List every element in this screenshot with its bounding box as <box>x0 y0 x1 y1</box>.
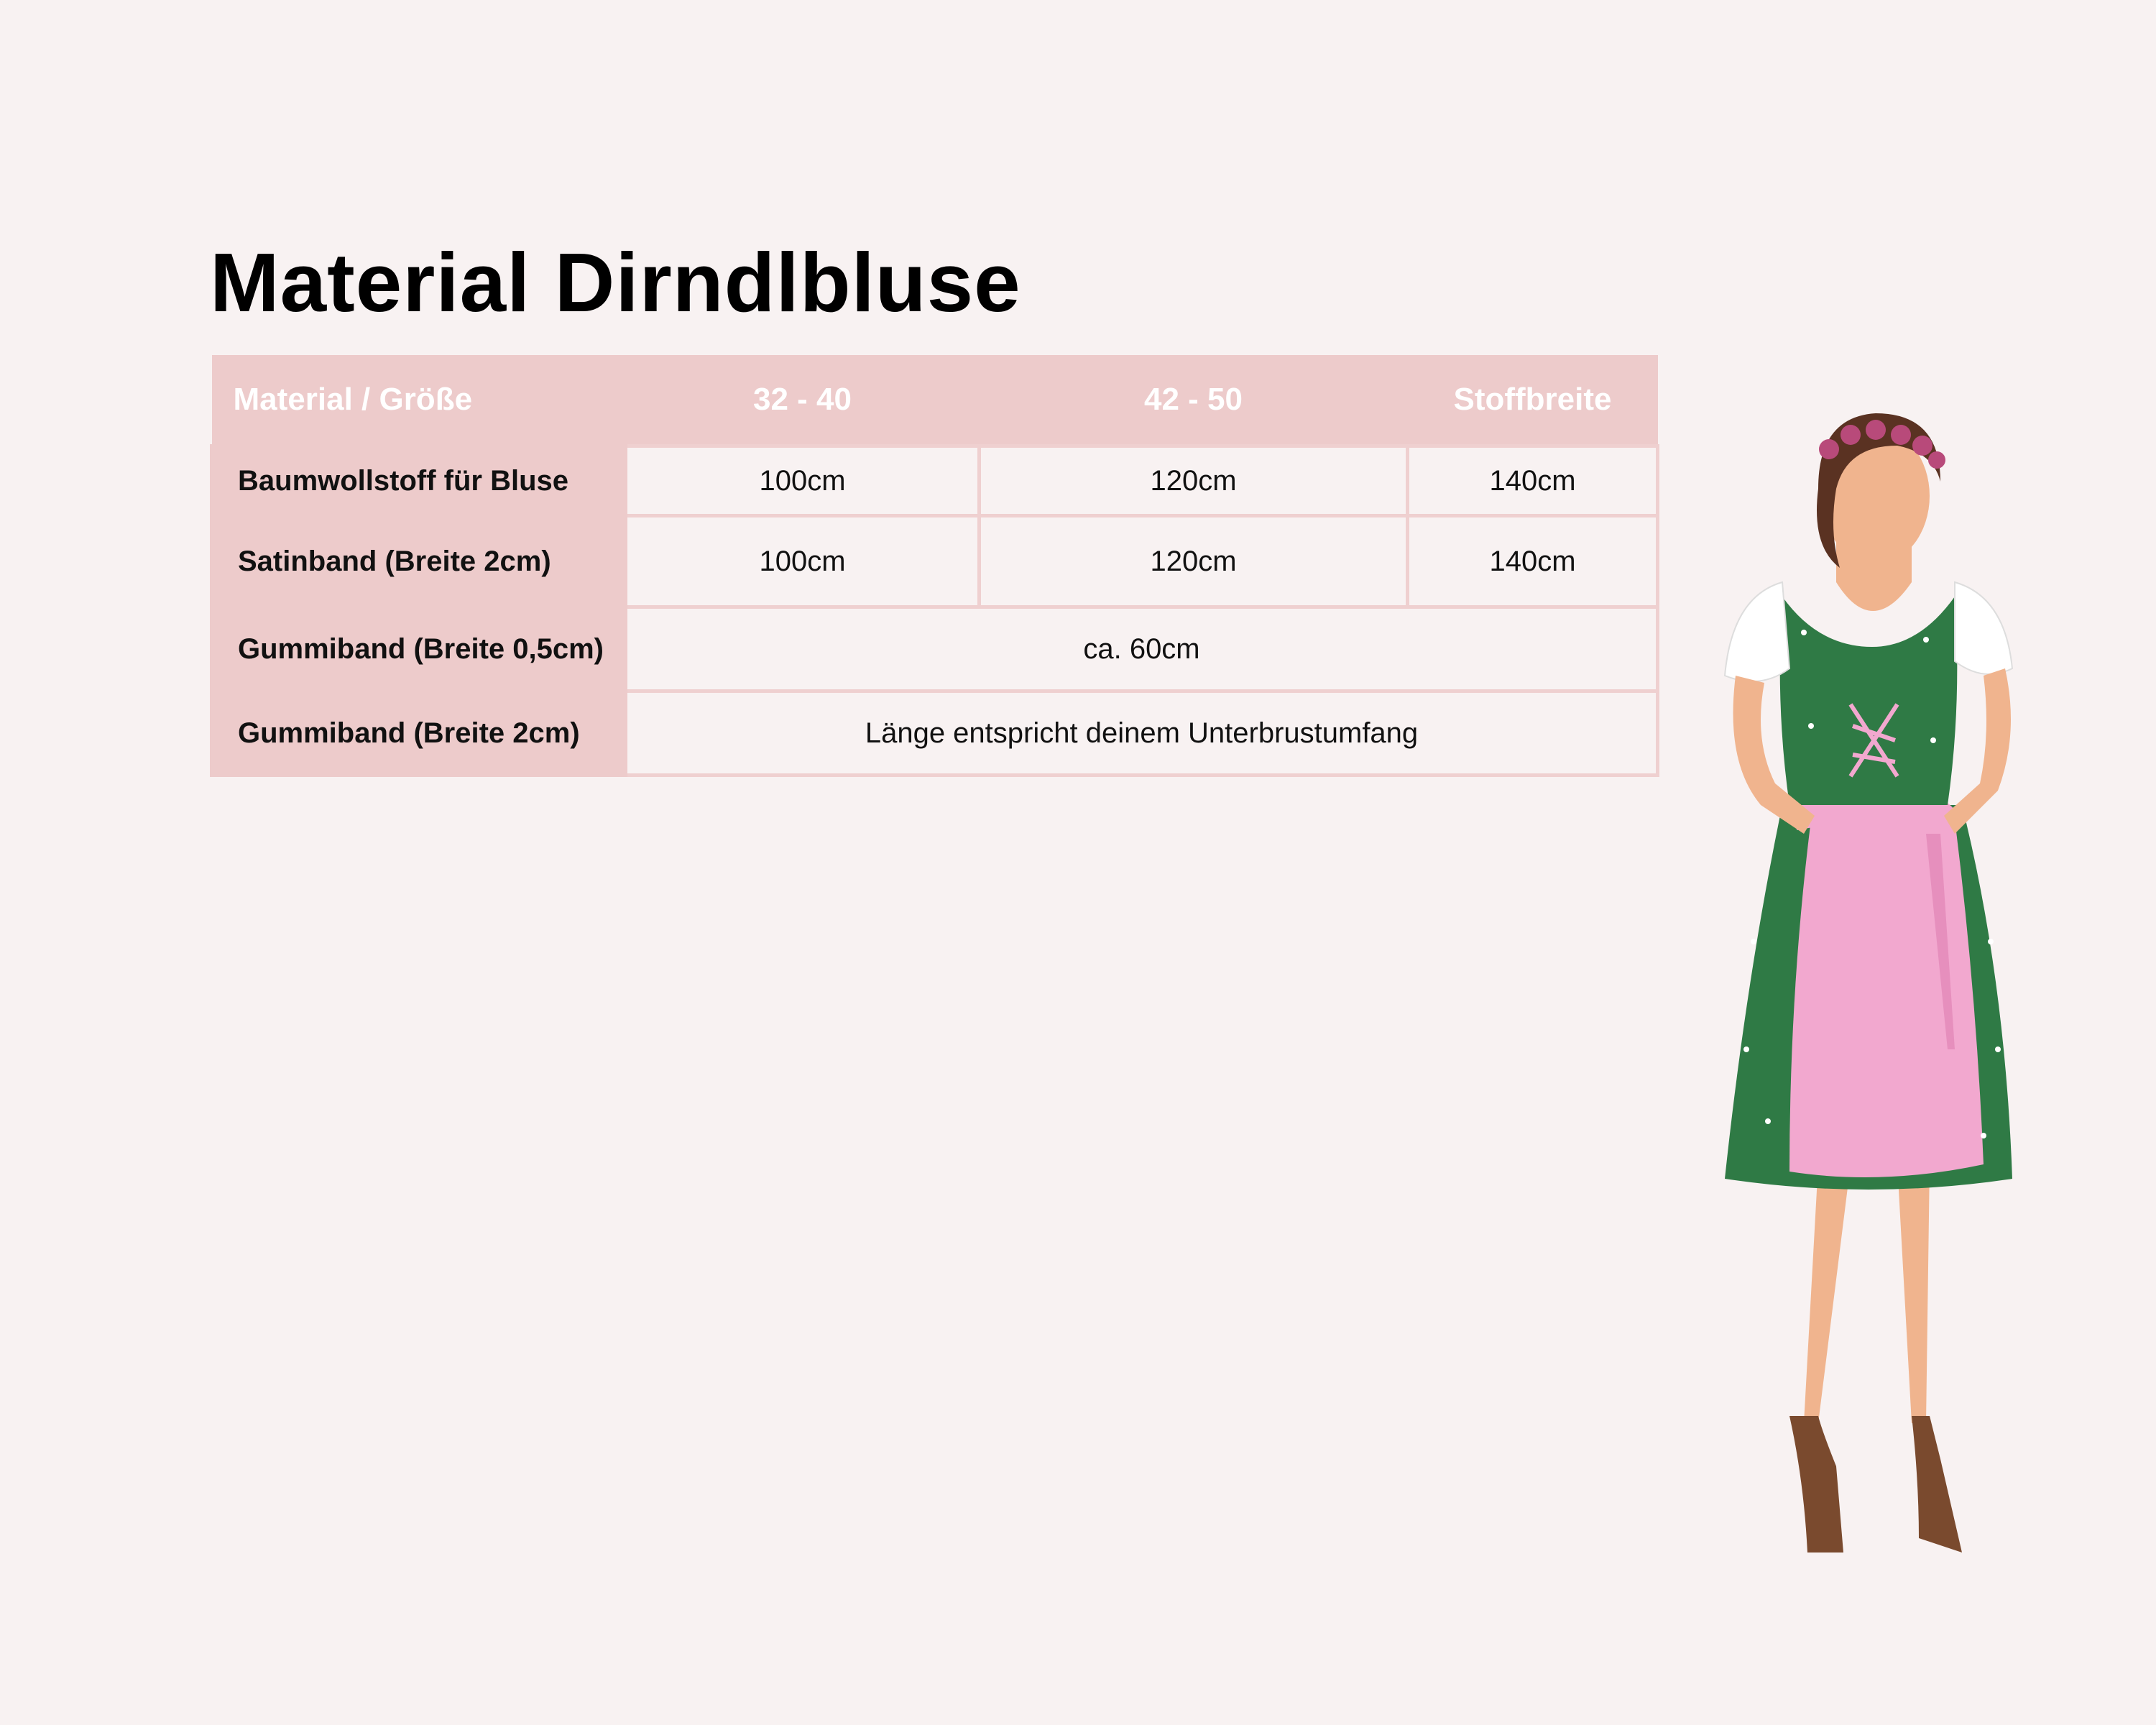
table-row: Gummiband (Breite 2cm) Länge entspricht … <box>210 689 1659 777</box>
table-cell: 120cm <box>977 444 1409 518</box>
table-cell: 140cm <box>1406 514 1659 609</box>
header-material-size: Material / Größe <box>211 355 626 446</box>
row-label: Satinband (Breite 2cm) <box>210 514 627 609</box>
header-size-42-50: 42 - 50 <box>979 355 1408 446</box>
material-table: Material / Größe 32 - 40 42 - 50 Stoffbr… <box>210 355 1659 777</box>
page-title: Material Dirndlbluse <box>210 236 1021 329</box>
table-header-row: Material / Größe 32 - 40 42 - 50 Stoffbr… <box>211 355 1658 446</box>
table-cell-merged: Länge entspricht deinem Unterbrustumfang <box>624 689 1659 777</box>
row-label: Gummiband (Breite 0,5cm) <box>210 605 627 693</box>
table-cell: 100cm <box>624 514 981 609</box>
table-row: Gummiband (Breite 0,5cm) ca. 60cm <box>210 605 1659 693</box>
table-row: Baumwollstoff für Bluse 100cm 120cm 140c… <box>210 444 1659 518</box>
header-fabric-width: Stoffbreite <box>1407 355 1658 446</box>
row-label: Gummiband (Breite 2cm) <box>210 689 627 777</box>
table-cell-merged: ca. 60cm <box>624 605 1659 693</box>
table-cell: 100cm <box>624 444 981 518</box>
table-row: Satinband (Breite 2cm) 100cm 120cm 140cm <box>210 514 1659 609</box>
row-label: Baumwollstoff für Bluse <box>210 444 627 518</box>
table-cell: 120cm <box>977 514 1409 609</box>
header-size-32-40: 32 - 40 <box>625 355 980 446</box>
woman-in-dirndl-illustration <box>1682 402 2070 1588</box>
table-cell: 140cm <box>1406 444 1659 518</box>
